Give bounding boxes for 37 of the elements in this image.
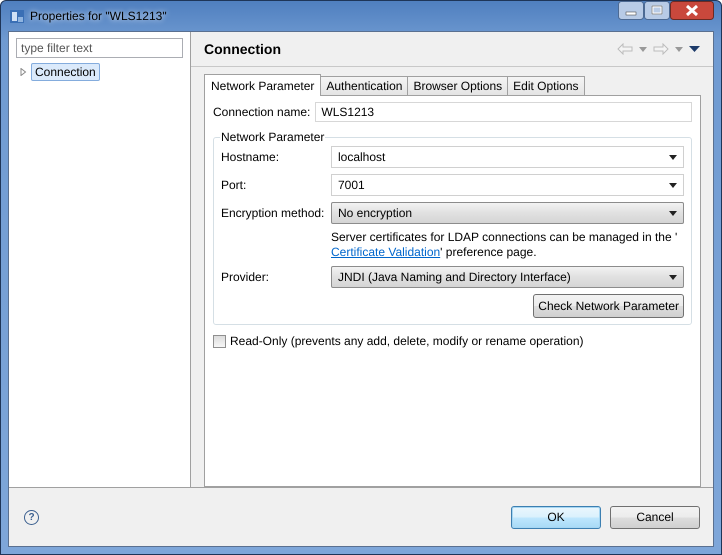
tab[interactable]: Browser Options <box>407 76 508 95</box>
checkbox-label: Read-Only (prevents any add, delete, modify or rename operation) <box>230 334 584 348</box>
collapse-arrow-icon[interactable] <box>19 68 27 76</box>
dropdown-arrow-icon[interactable] <box>669 182 677 188</box>
maximize-icon[interactable] <box>644 1 670 20</box>
dropdown-arrow-icon[interactable] <box>669 154 677 160</box>
tab[interactable]: Authentication <box>320 76 408 95</box>
field-label: Connection name: <box>213 105 310 119</box>
field-label: Provider: <box>221 270 270 284</box>
cancel-button[interactable]: Cancel <box>610 506 700 528</box>
checkbox[interactable] <box>213 334 226 348</box>
tree-item[interactable]: Connection <box>31 63 100 81</box>
dropdown[interactable]: JNDI (Java Naming and Directory Interface) <box>331 266 684 288</box>
connection-name-field[interactable]: WLS1213 <box>315 102 692 122</box>
check-button[interactable]: Check Network Parameter <box>533 294 684 318</box>
dropdown[interactable]: No encryption <box>331 202 684 224</box>
combo-box[interactable]: 7001 <box>331 174 684 196</box>
close-icon[interactable] <box>670 1 714 20</box>
window-title: Properties for "WLS1213" <box>30 9 167 23</box>
info-text: Server certificates for LDAP connections can be managed in the ' Certificate Validation' preference page. <box>331 230 678 260</box>
combo-box[interactable]: localhost <box>331 146 684 168</box>
ok-button[interactable]: OK <box>511 506 601 528</box>
app-icon <box>9 8 25 24</box>
dropdown-arrow-icon[interactable] <box>669 210 677 216</box>
help-icon[interactable]: ? <box>24 510 39 524</box>
minimize-icon[interactable] <box>618 1 644 20</box>
field-label: Port: <box>221 178 248 192</box>
tab[interactable]: Network Parameter <box>204 74 322 96</box>
dropdown-arrow-icon[interactable] <box>669 274 677 280</box>
page-title: Connection <box>204 41 281 57</box>
filter-field[interactable]: type filter text <box>16 38 183 58</box>
menu-icon[interactable] <box>689 46 700 52</box>
tab[interactable]: Edit Options <box>507 76 585 95</box>
group-title: Network Parameter <box>220 130 326 144</box>
field-label: Hostname: <box>221 150 280 164</box>
link[interactable]: Certificate Validation <box>331 245 440 259</box>
field-label: Encryption method: <box>221 206 326 220</box>
